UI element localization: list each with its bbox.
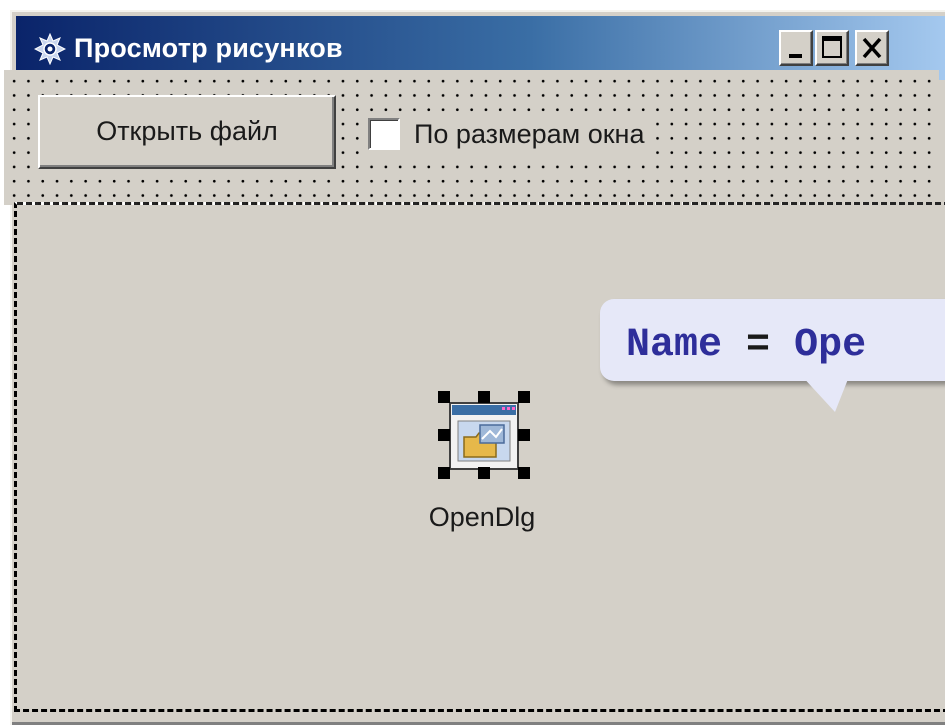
- open-dialog-component[interactable]: [438, 391, 530, 479]
- callout-keyword: Name: [626, 323, 723, 368]
- picture-viewer-app-icon: [34, 33, 66, 65]
- callout-operator: =: [746, 323, 771, 368]
- callout-value: Ope: [794, 323, 867, 368]
- resize-handle-br[interactable]: [518, 467, 530, 479]
- open-dialog-label: OpenDlg: [428, 502, 536, 532]
- resize-handle-ml[interactable]: [438, 429, 450, 441]
- callout-tail: [690, 374, 850, 412]
- close-button[interactable]: [855, 30, 889, 66]
- checkbox-box[interactable]: [368, 118, 400, 150]
- fit-to-window-label: По размерам окна: [414, 118, 645, 149]
- resize-handle-tm[interactable]: [478, 391, 490, 403]
- open-dialog-component-icon: [449, 402, 519, 470]
- fit-to-window-checkbox[interactable]: По размерам окна: [368, 112, 657, 156]
- resize-handle-mr[interactable]: [518, 429, 530, 441]
- resize-handle-bl[interactable]: [438, 467, 450, 479]
- maximize-icon: [822, 36, 842, 58]
- resize-handle-tl[interactable]: [438, 391, 450, 403]
- close-icon: [862, 37, 882, 59]
- minimize-icon: [789, 54, 802, 58]
- open-file-button[interactable]: Открыть файл: [38, 95, 336, 169]
- panel-bottom-border: [14, 709, 945, 712]
- maximize-button[interactable]: [815, 30, 849, 66]
- resize-handle-bm[interactable]: [478, 467, 490, 479]
- resize-handle-tr[interactable]: [518, 391, 530, 403]
- minimize-button[interactable]: [779, 30, 813, 66]
- callout-text: Name = Ope: [626, 323, 866, 369]
- window-title: Просмотр рисунков: [74, 33, 343, 63]
